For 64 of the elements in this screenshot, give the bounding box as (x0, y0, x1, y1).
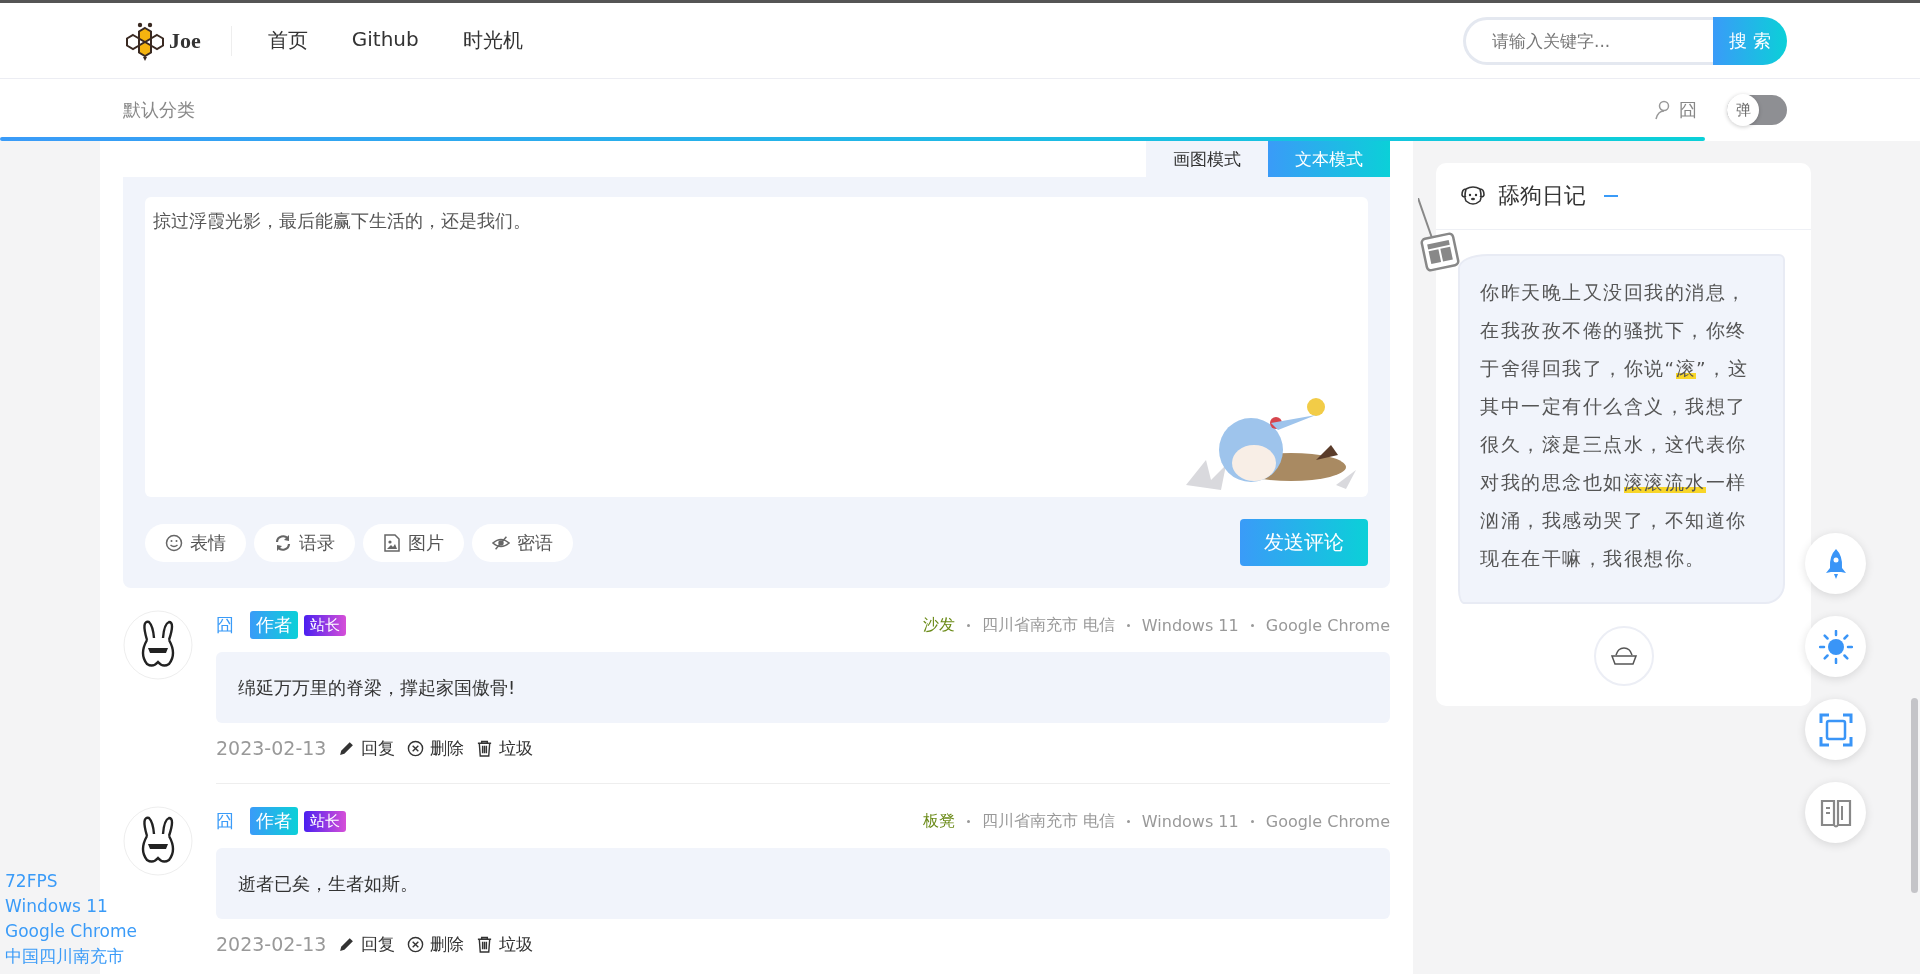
toolbar-button[interactable]: 图片 (363, 523, 464, 562)
nav-link[interactable]: 首页 (267, 27, 308, 54)
comment-meta: 四川省南充市 电信 (981, 614, 1115, 636)
comment-field[interactable]: 掠过浮霞光影，最后能赢下生活的，还是我们。 (145, 197, 1368, 497)
comment-action[interactable]: 删除 (407, 932, 465, 956)
comment-meta: Google Chrome (1265, 811, 1390, 831)
scrollbar[interactable] (1911, 698, 1918, 893)
smile-icon (165, 533, 183, 552)
comment-meta: Google Chrome (1265, 615, 1390, 635)
site-logo[interactable]: Joe (123, 20, 201, 61)
nav-link[interactable]: 时光机 (462, 27, 523, 54)
comment-action[interactable]: 垃圾 (476, 736, 534, 760)
comment-meta: Windows 11 (1141, 615, 1239, 635)
scan-frame-icon (1818, 712, 1853, 747)
book-icon (1819, 797, 1852, 828)
category-label: 默认分类 (123, 98, 195, 122)
nav-link[interactable]: Github (351, 27, 419, 54)
comment-action[interactable]: 垃圾 (476, 932, 534, 956)
comment-date: 2023-02-13 (216, 737, 327, 759)
close-icon (407, 739, 425, 757)
comment-date: 2023-02-13 (216, 933, 327, 955)
dog-icon (1460, 185, 1486, 207)
visitor-info: Google Chrome (5, 920, 138, 943)
close-icon (407, 935, 425, 953)
image-icon (383, 533, 401, 552)
comment-meta: 四川省南充市 电信 (981, 810, 1115, 832)
avatar (123, 806, 193, 876)
title-accent-line (1604, 195, 1618, 197)
trash-icon (476, 739, 494, 757)
bowl-icon (1609, 645, 1638, 667)
toolbar-button[interactable]: 密语 (472, 523, 573, 562)
refresh-icon (274, 533, 292, 552)
role-badge: 作者 (250, 807, 298, 835)
role-badge: 作者 (250, 611, 298, 639)
reading-mode-button[interactable] (1805, 782, 1866, 843)
sun-icon (1818, 629, 1853, 664)
visitor-info: 中国四川南充市 (5, 945, 125, 968)
pencil-icon (338, 935, 356, 953)
avatar (123, 610, 193, 680)
mode-tab[interactable]: 画图模式 (1146, 141, 1268, 177)
theme-button[interactable] (1805, 616, 1866, 677)
widget-title: 舔狗日记 (1498, 182, 1586, 210)
fullscreen-button[interactable] (1805, 699, 1866, 760)
user-name[interactable]: 囧 (1679, 98, 1697, 122)
comment-text: 逝者已矣，生者如斯。 (216, 848, 1390, 919)
role-badge: 站长 (304, 810, 346, 832)
comment-action[interactable]: 回复 (338, 736, 396, 760)
bee-icon (123, 20, 167, 61)
visitor-info: Windows 11 (5, 895, 109, 918)
comment-meta: Windows 11 (1141, 811, 1239, 831)
popup-toggle[interactable]: 弹 (1727, 95, 1787, 125)
comment-action[interactable]: 删除 (407, 736, 465, 760)
floor-label: 板凳 (922, 810, 955, 832)
search-field[interactable]: 请输入关键字... (1463, 16, 1713, 65)
toolbar-button[interactable]: 表情 (145, 523, 246, 562)
toolbar-button[interactable]: 语录 (254, 523, 355, 562)
visitor-info: 72FPS (5, 870, 59, 893)
role-badge: 站长 (304, 614, 346, 636)
comment-text: 绵延万万里的脊梁，撑起家国傲骨! (216, 652, 1390, 723)
floor-label: 沙发 (922, 614, 955, 636)
pencil-icon (338, 739, 356, 757)
comment-action[interactable]: 回复 (338, 932, 396, 956)
rocket-button[interactable] (1805, 533, 1866, 594)
trash-icon (476, 935, 494, 953)
